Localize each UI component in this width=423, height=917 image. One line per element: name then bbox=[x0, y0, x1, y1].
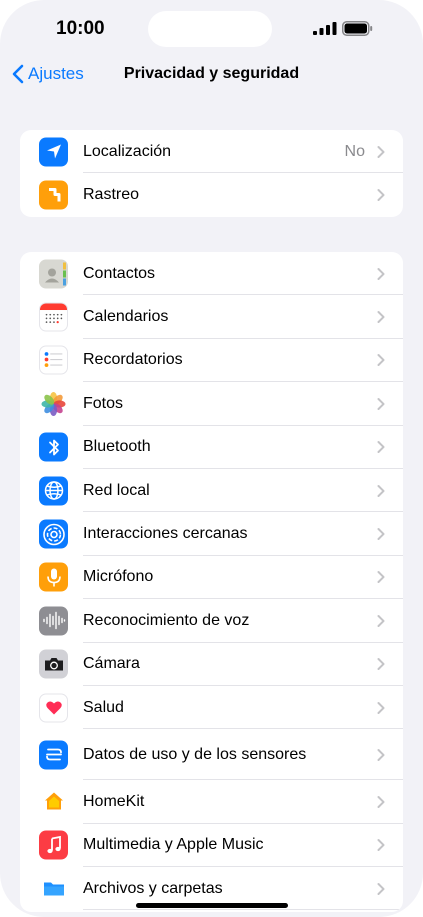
settings-row-label: Calendarios bbox=[83, 308, 169, 326]
bluetooth-icon bbox=[39, 432, 68, 462]
chevron-right-icon bbox=[377, 354, 385, 367]
settings-row-label: Datos de uso y de los sensores bbox=[83, 745, 307, 763]
chevron-right-icon bbox=[377, 882, 385, 895]
settings-row-calendars[interactable]: Calendarios bbox=[20, 295, 403, 339]
navigation-bar: Ajustes Privacidad y seguridad bbox=[0, 56, 423, 96]
settings-row-label: Contactos bbox=[83, 264, 156, 282]
globe-icon bbox=[39, 476, 68, 506]
microphone-icon bbox=[39, 562, 68, 592]
phone-screen: 10:00 Ajustes Privacidad y seguridad Loc… bbox=[0, 0, 423, 917]
settings-row-homekit[interactable]: HomeKit bbox=[20, 780, 403, 824]
status-time: 10:00 bbox=[56, 18, 105, 39]
chevron-right-icon bbox=[377, 839, 385, 852]
chevron-right-icon bbox=[377, 571, 385, 584]
photos-icon bbox=[39, 389, 68, 419]
chevron-right-icon bbox=[377, 397, 385, 410]
settings-row-sensor-data[interactable]: Datos de uso y de los sensores bbox=[20, 729, 403, 781]
speech-waveform-icon bbox=[39, 606, 68, 636]
settings-row-nearby-interactions[interactable]: Interacciones cercanas bbox=[20, 512, 403, 556]
chevron-right-icon bbox=[377, 701, 385, 714]
settings-row-label: Interacciones cercanas bbox=[83, 525, 248, 543]
settings-group-privacy: Contactos Calendarios Recordatorios Foto… bbox=[20, 252, 403, 912]
tracking-icon bbox=[39, 180, 68, 210]
settings-group-location: Localización No Rastreo bbox=[20, 130, 403, 217]
folder-icon bbox=[39, 874, 68, 904]
settings-row-value: No bbox=[344, 142, 365, 160]
settings-row-camera[interactable]: Cámara bbox=[20, 643, 403, 686]
settings-row-label: Bluetooth bbox=[83, 438, 151, 456]
health-heart-icon bbox=[39, 693, 68, 723]
chevron-right-icon bbox=[377, 189, 385, 202]
settings-row-reminders[interactable]: Recordatorios bbox=[20, 339, 403, 383]
chevron-right-icon bbox=[377, 795, 385, 808]
settings-row-label: Reconocimiento de voz bbox=[83, 611, 250, 629]
settings-row-speech-recognition[interactable]: Reconocimiento de voz bbox=[20, 599, 403, 643]
settings-row-photos[interactable]: Fotos bbox=[20, 382, 403, 426]
settings-row-health[interactable]: Salud bbox=[20, 686, 403, 730]
settings-row-label: Rastreo bbox=[83, 186, 140, 204]
cellular-signal-icon bbox=[313, 22, 337, 35]
contacts-icon bbox=[39, 259, 68, 289]
settings-row-bluetooth[interactable]: Bluetooth bbox=[20, 426, 403, 469]
chevron-right-icon bbox=[377, 484, 385, 497]
settings-row-tracking[interactable]: Rastreo bbox=[20, 173, 403, 216]
home-indicator[interactable] bbox=[136, 903, 288, 908]
page-title: Privacidad y seguridad bbox=[123, 65, 300, 82]
chevron-right-icon bbox=[377, 614, 385, 627]
dynamic-island bbox=[148, 11, 272, 47]
reminders-icon bbox=[39, 345, 68, 375]
sensor-data-icon bbox=[39, 740, 68, 770]
calendar-icon bbox=[39, 302, 68, 332]
settings-row-label: Micrófono bbox=[83, 568, 154, 586]
status-bar: 10:00 bbox=[0, 0, 423, 56]
settings-row-contacts[interactable]: Contactos bbox=[20, 252, 403, 296]
music-note-icon bbox=[39, 830, 68, 860]
settings-row-label: Recordatorios bbox=[83, 351, 183, 369]
settings-row-label: Archivos y carpetas bbox=[83, 879, 223, 897]
settings-row-label: Cámara bbox=[83, 655, 140, 673]
settings-row-label: Multimedia y Apple Music bbox=[83, 836, 264, 854]
battery-icon bbox=[342, 21, 373, 36]
settings-row-microphone[interactable]: Micrófono bbox=[20, 556, 403, 600]
settings-row-label: HomeKit bbox=[83, 792, 145, 810]
nearby-interactions-icon bbox=[39, 519, 68, 549]
chevron-right-icon bbox=[377, 267, 385, 280]
settings-row-local-network[interactable]: Red local bbox=[20, 469, 403, 513]
chevron-right-icon bbox=[377, 311, 385, 324]
settings-row-label: Salud bbox=[83, 698, 124, 716]
chevron-right-icon bbox=[377, 441, 385, 454]
chevron-right-icon bbox=[377, 528, 385, 541]
row-divider bbox=[83, 909, 403, 911]
chevron-right-icon bbox=[377, 658, 385, 671]
homekit-icon bbox=[39, 787, 68, 817]
settings-row-location[interactable]: Localización No bbox=[20, 130, 403, 174]
location-arrow-icon bbox=[39, 137, 68, 167]
chevron-right-icon bbox=[377, 748, 385, 761]
settings-row-label: Localización bbox=[83, 142, 172, 160]
camera-icon bbox=[39, 649, 68, 679]
settings-row-media-music[interactable]: Multimedia y Apple Music bbox=[20, 824, 403, 868]
settings-row-label: Red local bbox=[83, 481, 150, 499]
chevron-right-icon bbox=[377, 145, 385, 158]
settings-row-label: Fotos bbox=[83, 394, 124, 412]
